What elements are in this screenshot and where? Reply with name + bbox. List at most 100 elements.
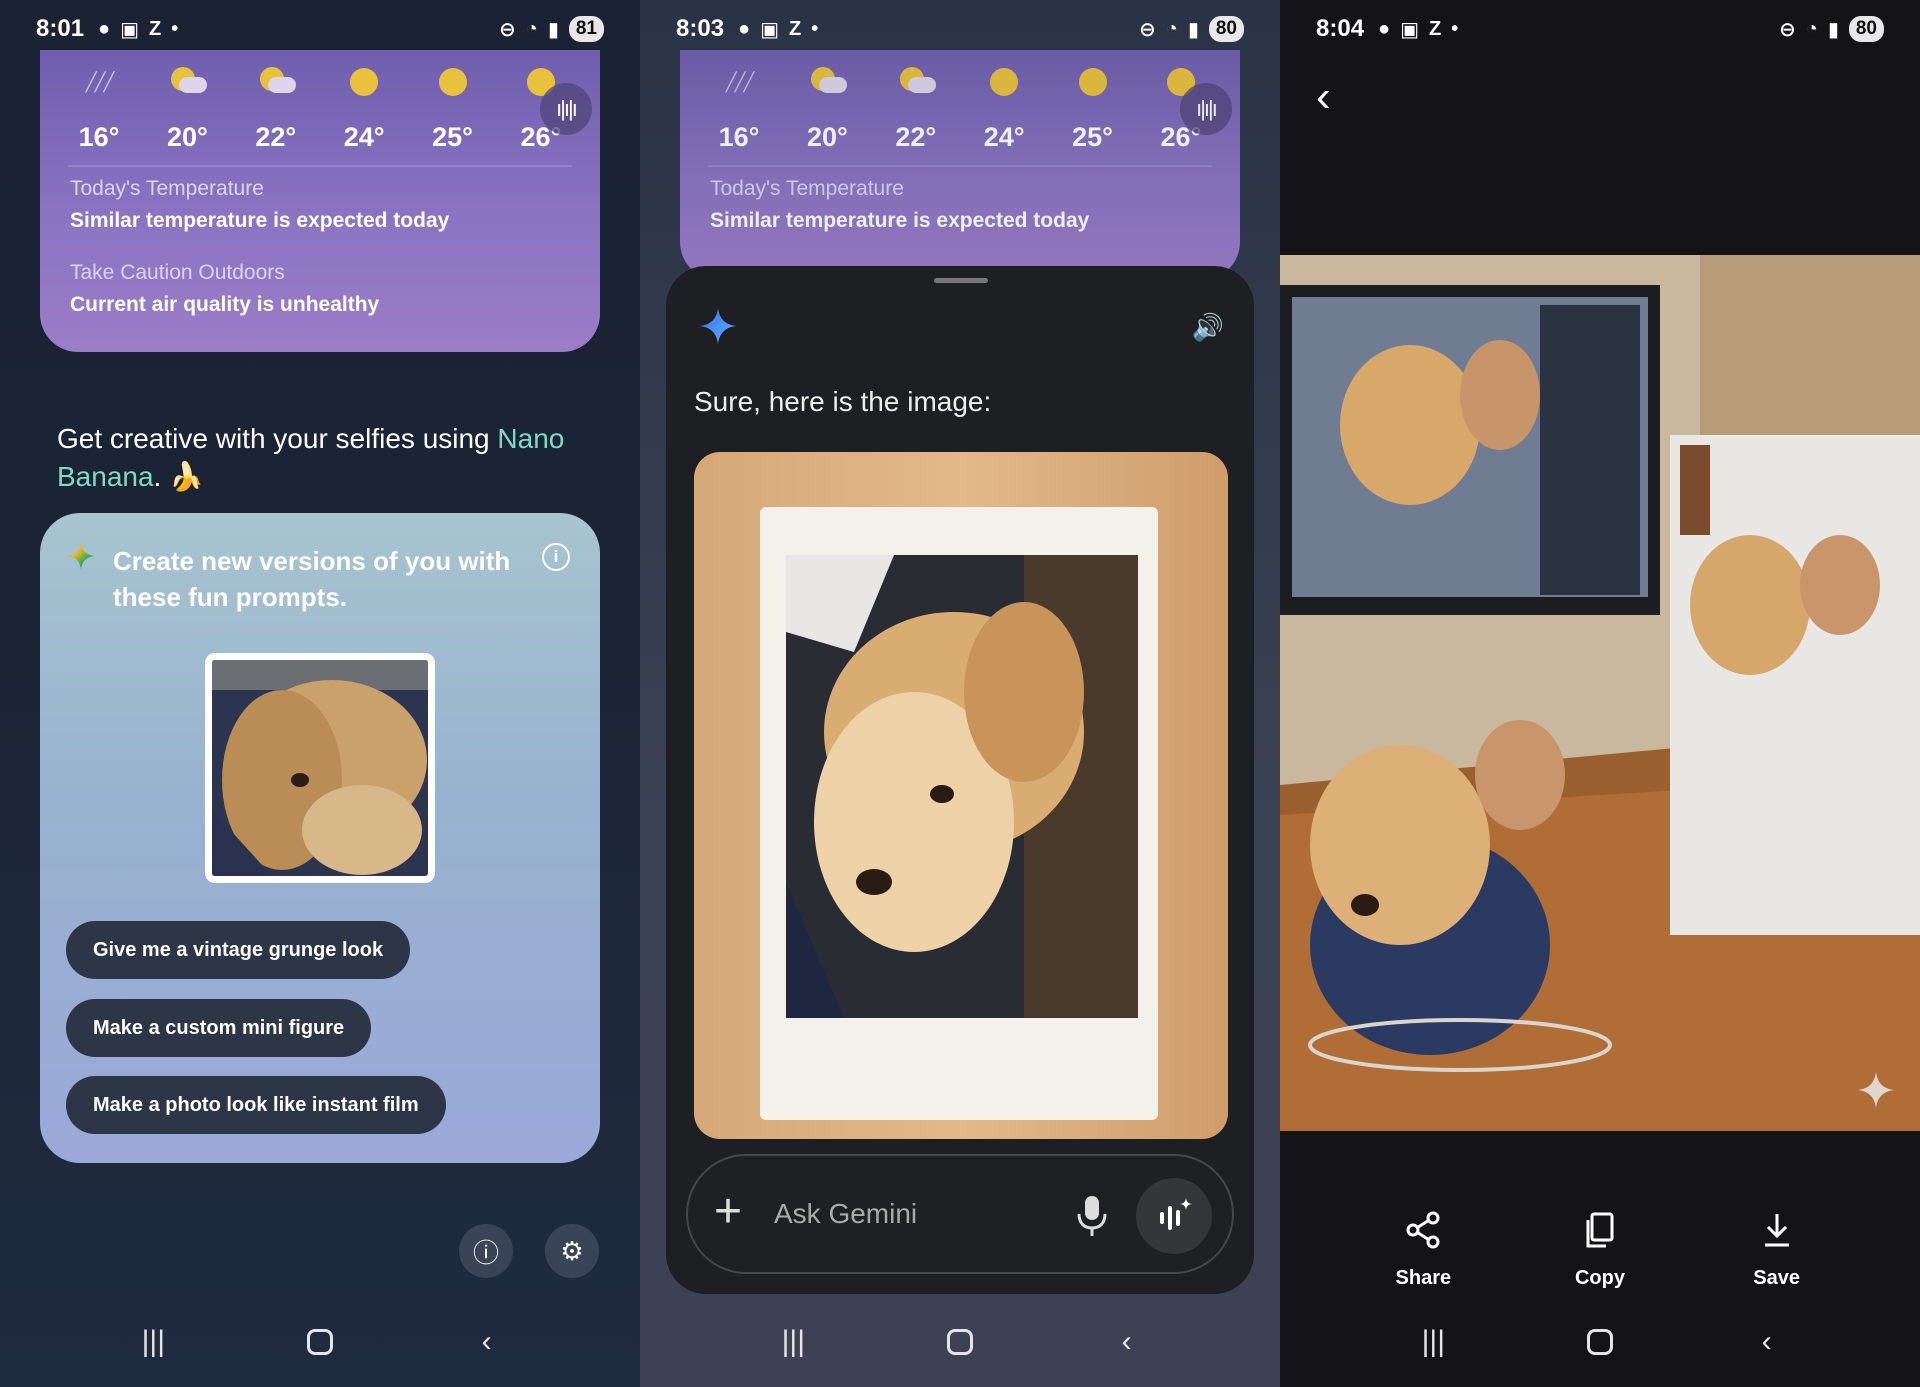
- today-temperature-text: Similar temperature is expected today: [710, 209, 1090, 232]
- ask-gemini-input-bar[interactable]: + Ask Gemini: [686, 1154, 1234, 1274]
- hour-temp: 24°: [983, 122, 1025, 152]
- home-icon: [946, 1329, 973, 1355]
- hour-temp: 20°: [166, 122, 208, 152]
- prompt-card-title: Create new versions of you with these fu…: [113, 546, 511, 612]
- generated-instant-film-image[interactable]: [694, 452, 1228, 1139]
- dot-icon: •: [811, 17, 819, 40]
- sound-wave-icon: ı|ı|ı: [1196, 96, 1218, 121]
- today-temperature-row: Today's Temperature Similar temperature …: [70, 177, 570, 233]
- hour-temp: 16°: [78, 122, 120, 152]
- hour-forecast-item: ╱╱╱ 16°: [700, 60, 778, 153]
- z-icon: Z: [149, 17, 162, 40]
- partly-cloudy-icon: [896, 67, 936, 97]
- prompt-chip-mini-figure[interactable]: Make a custom mini figure: [66, 999, 372, 1057]
- gemini-star-icon: [700, 308, 736, 344]
- live-waveform-icon: [1160, 1198, 1192, 1230]
- prompt-chip-vintage-grunge[interactable]: Give me a vintage grunge look: [66, 921, 411, 979]
- image-actions: Share Copy Save: [1280, 1205, 1920, 1290]
- hourly-forecast: ╱╱╱ 16° 20° 22° 24° 25° 26°: [700, 60, 1220, 153]
- weather-card[interactable]: ╱╱╱ 16° 20° 22° 24° 25° 26° ı|ı|ı Today'…: [680, 50, 1240, 280]
- nano-banana-promo: Get creative with your selfies using Nan…: [57, 420, 597, 496]
- gemini-overlay-sheet: 🔊 Sure, here is the image: + Ask Gemini: [666, 266, 1254, 1294]
- voice-wave-button[interactable]: ı|ı|ı: [1180, 83, 1232, 135]
- nav-bar: ||| ‹: [0, 1297, 640, 1387]
- voice-wave-button[interactable]: ı|ı|ı: [540, 83, 592, 135]
- sun-icon: [1078, 68, 1107, 96]
- prompt-chip-instant-film[interactable]: Make a photo look like instant film: [66, 1076, 446, 1134]
- mini-figure-photo: [1280, 255, 1920, 1131]
- share-button[interactable]: Share: [1363, 1205, 1483, 1290]
- prompt-suggestions-card: Create new versions of you with these fu…: [40, 513, 600, 1163]
- hour-temp: 25°: [432, 122, 473, 152]
- partly-cloudy-icon: [167, 67, 208, 97]
- home-icon: [306, 1329, 333, 1355]
- instant-film-photo: [694, 452, 1228, 1139]
- back-icon[interactable]: ‹: [1097, 1325, 1157, 1359]
- dot-icon: •: [171, 17, 179, 40]
- sun-icon: [438, 68, 467, 96]
- back-icon[interactable]: ‹: [457, 1325, 517, 1359]
- sun-icon: [350, 68, 379, 96]
- rain-icon: ╱╱╱: [85, 71, 114, 92]
- wifi-icon: ◔: [1165, 17, 1178, 40]
- back-arrow-icon[interactable]: ‹: [1316, 72, 1331, 122]
- chat-bubble-icon: ●: [98, 17, 111, 40]
- hour-temp: 16°: [718, 122, 760, 152]
- hour-temp: 24°: [343, 122, 385, 152]
- partly-cloudy-icon: [807, 67, 848, 97]
- info-icon[interactable]: i: [542, 543, 570, 571]
- dnd-icon: ⊖: [498, 18, 516, 41]
- rain-icon: ╱╱╱: [725, 71, 754, 92]
- chat-bubble-icon: ●: [1378, 17, 1391, 40]
- divider: [708, 165, 1212, 167]
- home-button[interactable]: [930, 1329, 990, 1355]
- info-button[interactable]: ⓘ: [459, 1224, 513, 1278]
- plus-icon[interactable]: +: [714, 1184, 742, 1239]
- recent-apps-icon[interactable]: |||: [763, 1325, 823, 1359]
- today-temperature-heading: Today's Temperature: [70, 177, 264, 200]
- home-button[interactable]: [1570, 1329, 1630, 1355]
- settings-button[interactable]: ⚙: [545, 1224, 599, 1278]
- copy-button[interactable]: Copy: [1540, 1205, 1660, 1290]
- recent-apps-icon[interactable]: |||: [1403, 1325, 1463, 1359]
- ask-gemini-placeholder[interactable]: Ask Gemini: [774, 1198, 917, 1230]
- home-button[interactable]: [290, 1329, 350, 1355]
- save-button[interactable]: Save: [1717, 1205, 1837, 1290]
- gemini-live-button[interactable]: [1136, 1178, 1212, 1254]
- promo-text: Get creative with your selfies using: [57, 423, 498, 454]
- copy-icon: [1586, 1212, 1614, 1248]
- status-time: 8:01: [36, 15, 85, 42]
- gemini-reply-text: Sure, here is the image:: [694, 386, 992, 417]
- hour-temp: 20°: [806, 122, 848, 152]
- signal-icon: ▮: [1827, 18, 1839, 41]
- divider: [68, 165, 572, 167]
- recent-apps-icon[interactable]: |||: [123, 1325, 183, 1359]
- hour-forecast-item: 25°: [1054, 60, 1132, 153]
- copy-label: Copy: [1574, 1267, 1625, 1289]
- air-quality-heading: Take Caution Outdoors: [70, 261, 285, 284]
- generated-figure-image[interactable]: [1280, 255, 1920, 1131]
- share-label: Share: [1395, 1267, 1452, 1289]
- microphone-icon[interactable]: [1072, 1194, 1112, 1238]
- status-time: 8:03: [676, 15, 725, 42]
- screenshot-icon: ▣: [120, 18, 140, 41]
- sound-wave-icon: ı|ı|ı: [556, 96, 578, 121]
- screen-gemini-response: 8:03 ● ▣ Z • ⊖ ◔ ▮ 80 ╱╱╱ 16° 20° 22° 24…: [640, 0, 1280, 1387]
- weather-card[interactable]: ╱╱╱ 16° 20° 22° 24° 25° 26° ı|ı|ı Today'…: [40, 50, 600, 352]
- chat-bubble-icon: ●: [738, 17, 751, 40]
- screens-container: 8:01 ● ▣ Z • ⊖ ◔ ▮ 81 ╱╱╱ 16° 20° 22° 24…: [0, 0, 1920, 1387]
- speaker-icon[interactable]: 🔊: [1192, 312, 1224, 343]
- hour-forecast-item: 22°: [237, 60, 315, 153]
- hour-forecast-item: 20°: [788, 60, 866, 153]
- selfie-thumbnail[interactable]: [205, 653, 435, 883]
- hour-forecast-item: 24°: [965, 60, 1043, 153]
- sheet-drag-handle[interactable]: [934, 278, 988, 283]
- nav-bar: ||| ‹: [1280, 1297, 1920, 1387]
- back-icon[interactable]: ‹: [1737, 1325, 1797, 1359]
- z-icon: Z: [789, 17, 802, 40]
- save-label: Save: [1753, 1267, 1800, 1289]
- wifi-icon: ◔: [1805, 17, 1818, 40]
- today-temperature-row: Today's Temperature Similar temperature …: [710, 177, 1210, 233]
- today-temperature-text: Similar temperature is expected today: [70, 209, 450, 232]
- dnd-icon: ⊖: [1778, 18, 1796, 41]
